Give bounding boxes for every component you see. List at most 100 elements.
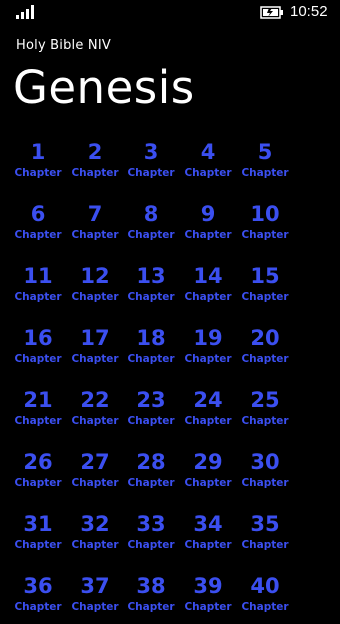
chapter-tile[interactable]: 31 Chapter (10, 510, 66, 562)
chapter-number: 15 (250, 264, 280, 288)
chapter-tile[interactable]: 10 Chapter (237, 200, 293, 252)
chapter-tile[interactable]: 9 Chapter (180, 200, 236, 252)
chapter-tile[interactable]: 22 Chapter (67, 386, 123, 438)
chapter-label: Chapter (241, 291, 289, 303)
chapter-tile[interactable]: 16 Chapter (10, 324, 66, 376)
chapter-tile[interactable]: 39 Chapter (180, 572, 236, 624)
chapter-tile[interactable]: 19 Chapter (180, 324, 236, 376)
chapter-label: Chapter (127, 477, 175, 489)
chapter-tile[interactable]: 24 Chapter (180, 386, 236, 438)
chapter-label: Chapter (241, 477, 289, 489)
chapter-tile[interactable]: 30 Chapter (237, 448, 293, 500)
chapter-tile[interactable]: 32 Chapter (67, 510, 123, 562)
chapter-label: Chapter (71, 291, 119, 303)
chapter-number: 26 (23, 450, 53, 474)
chapter-label: Chapter (14, 601, 62, 613)
chapter-tile[interactable]: 3 Chapter (123, 138, 179, 190)
chapter-label: Chapter (127, 167, 175, 179)
status-bar: 10:52 (0, 0, 340, 26)
chapter-tile[interactable]: 35 Chapter (237, 510, 293, 562)
chapter-label: Chapter (71, 229, 119, 241)
chapter-tile[interactable]: 14 Chapter (180, 262, 236, 314)
chapter-number: 7 (87, 202, 103, 226)
chapter-tile[interactable]: 26 Chapter (10, 448, 66, 500)
chapter-number: 14 (193, 264, 223, 288)
chapter-number: 32 (80, 512, 110, 536)
chapter-label: Chapter (241, 539, 289, 551)
chapter-number: 5 (257, 140, 273, 164)
chapter-tile[interactable]: 5 Chapter (237, 138, 293, 190)
chapter-label: Chapter (127, 291, 175, 303)
chapter-number: 2 (87, 140, 103, 164)
chapter-number: 35 (250, 512, 280, 536)
chapter-label: Chapter (71, 353, 119, 365)
chapter-number: 18 (136, 326, 166, 350)
chapter-number: 3 (143, 140, 159, 164)
chapter-label: Chapter (184, 229, 232, 241)
chapter-tile[interactable]: 25 Chapter (237, 386, 293, 438)
chapter-number: 17 (80, 326, 110, 350)
chapter-tile[interactable]: 29 Chapter (180, 448, 236, 500)
chapter-tile[interactable]: 38 Chapter (123, 572, 179, 624)
chapter-number: 23 (136, 388, 166, 412)
chapter-number: 4 (200, 140, 216, 164)
chapter-tile[interactable]: 1 Chapter (10, 138, 66, 190)
chapter-tile[interactable]: 12 Chapter (67, 262, 123, 314)
chapter-tile[interactable]: 15 Chapter (237, 262, 293, 314)
chapter-label: Chapter (184, 167, 232, 179)
chapter-tile[interactable]: 36 Chapter (10, 572, 66, 624)
chapter-tile[interactable]: 13 Chapter (123, 262, 179, 314)
chapter-tile[interactable]: 7 Chapter (67, 200, 123, 252)
chapter-number: 25 (250, 388, 280, 412)
chapter-number: 1 (30, 140, 46, 164)
chapter-number: 16 (23, 326, 53, 350)
chapter-number: 24 (193, 388, 223, 412)
chapter-label: Chapter (184, 353, 232, 365)
chapter-number: 36 (23, 574, 53, 598)
chapter-number: 38 (136, 574, 166, 598)
chapter-number: 12 (80, 264, 110, 288)
chapter-label: Chapter (14, 353, 62, 365)
status-clock: 10:52 (290, 3, 328, 20)
chapter-tile[interactable]: 17 Chapter (67, 324, 123, 376)
chapter-tile[interactable]: 40 Chapter (237, 572, 293, 624)
chapter-label: Chapter (127, 415, 175, 427)
chapter-number: 29 (193, 450, 223, 474)
chapter-tile[interactable]: 33 Chapter (123, 510, 179, 562)
chapter-tile[interactable]: 6 Chapter (10, 200, 66, 252)
chapter-label: Chapter (184, 601, 232, 613)
chapter-number: 37 (80, 574, 110, 598)
chapter-tile[interactable]: 37 Chapter (67, 572, 123, 624)
chapter-label: Chapter (127, 229, 175, 241)
chapter-tile[interactable]: 23 Chapter (123, 386, 179, 438)
chapter-number: 6 (30, 202, 46, 226)
chapter-number: 39 (193, 574, 223, 598)
chapter-number: 28 (136, 450, 166, 474)
chapter-tile[interactable]: 11 Chapter (10, 262, 66, 314)
chapter-number: 31 (23, 512, 53, 536)
chapter-label: Chapter (14, 291, 62, 303)
chapter-label: Chapter (71, 539, 119, 551)
chapter-label: Chapter (14, 477, 62, 489)
chapter-tile[interactable]: 21 Chapter (10, 386, 66, 438)
chapter-label: Chapter (127, 353, 175, 365)
chapter-tile[interactable]: 28 Chapter (123, 448, 179, 500)
page-title: Genesis (13, 61, 195, 114)
chapter-label: Chapter (241, 415, 289, 427)
chapter-tile[interactable]: 34 Chapter (180, 510, 236, 562)
chapter-number: 21 (23, 388, 53, 412)
chapter-number: 10 (250, 202, 280, 226)
chapter-number: 20 (250, 326, 280, 350)
chapter-number: 19 (193, 326, 223, 350)
chapter-number: 22 (80, 388, 110, 412)
chapter-tile[interactable]: 20 Chapter (237, 324, 293, 376)
chapter-tile[interactable]: 18 Chapter (123, 324, 179, 376)
chapter-tile[interactable]: 27 Chapter (67, 448, 123, 500)
chapter-label: Chapter (241, 229, 289, 241)
chapter-tile[interactable]: 8 Chapter (123, 200, 179, 252)
chapter-tile[interactable]: 4 Chapter (180, 138, 236, 190)
chapter-number: 34 (193, 512, 223, 536)
chapter-label: Chapter (127, 539, 175, 551)
chapter-tile[interactable]: 2 Chapter (67, 138, 123, 190)
chapter-label: Chapter (71, 415, 119, 427)
